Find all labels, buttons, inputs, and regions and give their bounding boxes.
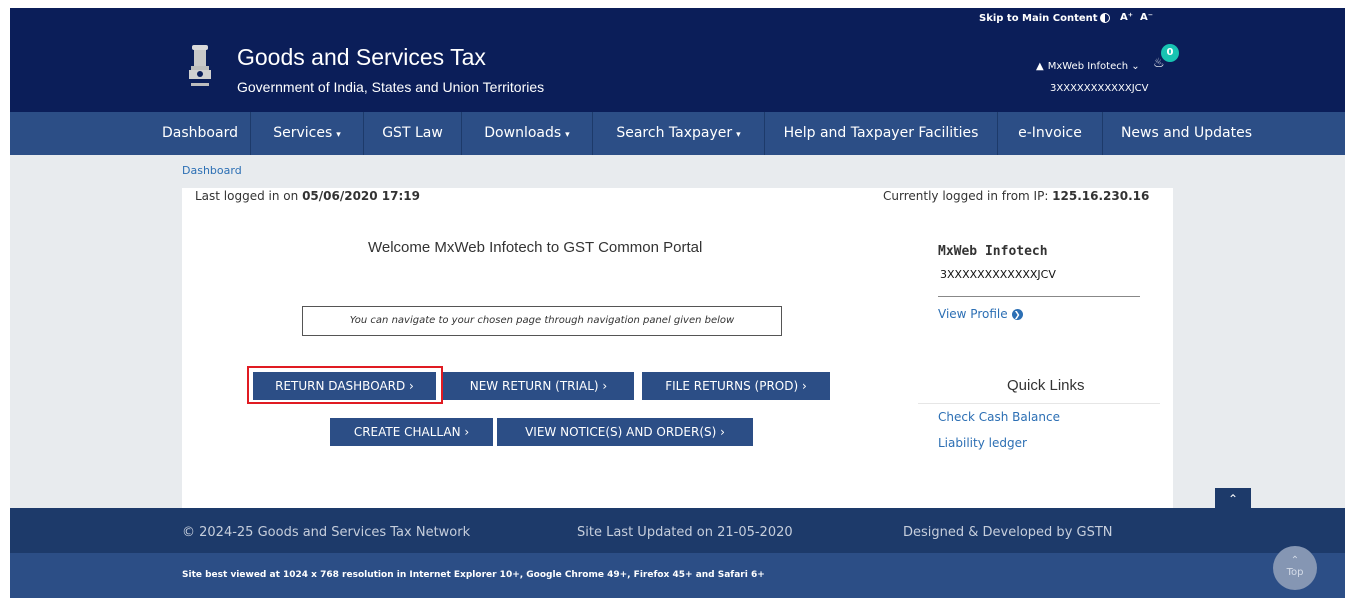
skip-to-main-link[interactable]: Skip to Main Content bbox=[979, 13, 1098, 24]
last-login-info: Last logged in on 05/06/2020 17:19 bbox=[195, 189, 420, 203]
nav-label: Search Taxpayer bbox=[616, 125, 733, 141]
check-cash-balance-link[interactable]: Check Cash Balance bbox=[938, 410, 1060, 424]
breadcrumb[interactable]: Dashboard bbox=[182, 164, 242, 177]
caret-down-icon: ▾ bbox=[336, 130, 341, 140]
nav-label: GST Law bbox=[382, 125, 443, 141]
caret-down-icon: ▾ bbox=[736, 130, 741, 140]
ip-label: Currently logged in from IP: bbox=[883, 189, 1053, 203]
scroll-up-icon[interactable]: ⌃ bbox=[1215, 488, 1251, 508]
nav-search-taxpayer[interactable]: Search Taxpayer ▾ bbox=[593, 112, 764, 155]
main-nav: Dashboard Services ▾ GST Law Downloads ▾ S… bbox=[10, 112, 1345, 155]
nav-label: Services bbox=[273, 125, 333, 141]
profile-name: MxWeb Infotech bbox=[938, 244, 1048, 259]
back-to-top-button[interactable]: ⌃ Top bbox=[1273, 546, 1317, 590]
site-header: Goods and Services Tax Government of Ind… bbox=[10, 32, 1345, 112]
nav-gst-law[interactable]: GST Law bbox=[364, 112, 461, 155]
return-dashboard-button[interactable]: RETURN DASHBOARD › bbox=[253, 372, 436, 400]
font-decrease-button[interactable]: A⁻ bbox=[1140, 12, 1153, 23]
last-updated-text: Site Last Updated on 21-05-2020 bbox=[577, 525, 793, 540]
site-subtitle: Government of India, States and Union Te… bbox=[237, 79, 545, 95]
designed-by-text: Designed & Developed by GSTN bbox=[903, 525, 1113, 540]
create-challan-button[interactable]: CREATE CHALLAN › bbox=[330, 418, 493, 446]
view-profile-label: View Profile bbox=[938, 307, 1008, 321]
profile-divider bbox=[938, 296, 1140, 297]
nav-help-facilities[interactable]: Help and Taxpayer Facilities bbox=[765, 112, 997, 155]
nav-services[interactable]: Services ▾ bbox=[251, 112, 363, 155]
chevron-down-icon: ⌄ bbox=[1131, 61, 1140, 72]
welcome-message: Welcome MxWeb Infotech to GST Common Por… bbox=[368, 239, 703, 256]
file-returns-prod-button[interactable]: FILE RETURNS (PROD) › bbox=[642, 372, 830, 400]
quick-links-divider bbox=[918, 403, 1160, 404]
copyright-text: © 2024-25 Goods and Services Tax Network bbox=[182, 525, 471, 540]
nav-label: Downloads bbox=[484, 125, 562, 141]
new-return-trial-button[interactable]: NEW RETURN (TRIAL) › bbox=[443, 372, 634, 400]
quick-links-title: Quick Links bbox=[1007, 377, 1085, 394]
font-increase-button[interactable]: A⁺ bbox=[1120, 12, 1133, 23]
national-emblem-icon bbox=[189, 45, 211, 86]
user-menu[interactable]: ▲ MxWeb Infotech ⌄ bbox=[1036, 61, 1140, 72]
notification-badge[interactable]: 0 bbox=[1161, 44, 1179, 62]
contrast-toggle-icon[interactable] bbox=[1100, 13, 1110, 23]
ip-login-info: Currently logged in from IP: 125.16.230.… bbox=[883, 189, 1149, 203]
view-profile-link[interactable]: View Profile ❯ bbox=[938, 307, 1023, 321]
last-login-value: 05/06/2020 17:19 bbox=[302, 189, 420, 203]
liability-ledger-link[interactable]: Liability ledger bbox=[938, 436, 1027, 450]
chevron-up-icon: ⌃ bbox=[1290, 555, 1300, 566]
browser-support-text: Site best viewed at 1024 x 768 resolutio… bbox=[182, 570, 765, 580]
caret-down-icon: ▾ bbox=[565, 130, 570, 140]
user-name: MxWeb Infotech bbox=[1047, 61, 1129, 72]
nav-label: Help and Taxpayer Facilities bbox=[783, 125, 979, 141]
dashboard-panel bbox=[182, 188, 1173, 508]
gst-portal-window: Skip to Main Content A⁺ A⁻ Goods and Ser… bbox=[10, 8, 1345, 598]
last-login-label: Last logged in on bbox=[195, 189, 303, 203]
user-icon: ▲ bbox=[1036, 61, 1044, 72]
header-gstin: 3XXXXXXXXXXXJCV bbox=[1050, 83, 1149, 94]
nav-label: e-Invoice bbox=[1018, 125, 1082, 141]
nav-label: News and Updates bbox=[1120, 125, 1253, 141]
profile-gstin: 3XXXXXXXXXXXXJCV bbox=[940, 268, 1056, 281]
site-title: Goods and Services Tax bbox=[237, 44, 486, 70]
nav-downloads[interactable]: Downloads ▾ bbox=[462, 112, 592, 155]
nav-news-updates[interactable]: News and Updates bbox=[1103, 112, 1270, 155]
navigation-hint: You can navigate to your chosen page thr… bbox=[302, 306, 782, 336]
nav-dashboard[interactable]: Dashboard bbox=[150, 112, 250, 155]
nav-e-invoice[interactable]: e-Invoice bbox=[998, 112, 1102, 155]
accessibility-bar: Skip to Main Content A⁺ A⁻ bbox=[10, 8, 1345, 32]
nav-label: Dashboard bbox=[162, 125, 238, 141]
ip-value: 125.16.230.16 bbox=[1052, 189, 1150, 203]
chevron-right-circle-icon: ❯ bbox=[1011, 309, 1023, 320]
top-label: Top bbox=[1286, 567, 1304, 578]
view-notices-orders-button[interactable]: VIEW NOTICE(S) AND ORDER(S) › bbox=[497, 418, 753, 446]
